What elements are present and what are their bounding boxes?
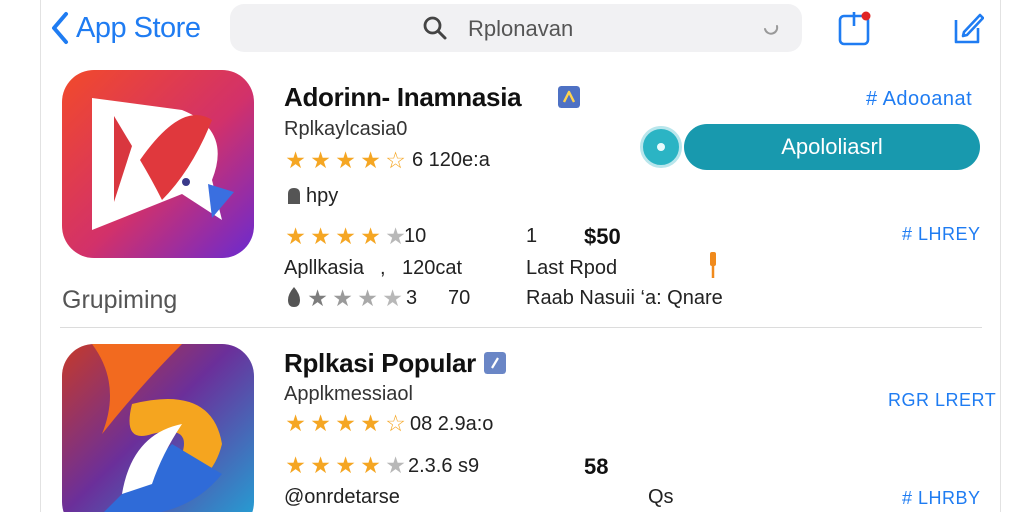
verified-badge-icon — [484, 352, 506, 374]
star-icon: ★ — [285, 410, 306, 436]
app-icon-rplkasi[interactable] — [62, 344, 254, 512]
review-count: 10 — [404, 225, 427, 247]
star-icon: ★ — [360, 223, 381, 249]
star-icon: ★ — [285, 223, 306, 249]
app-subtitle: Rplkaylcasia0 — [284, 118, 408, 140]
price: 58 — [584, 454, 609, 479]
separator: , — [380, 257, 386, 279]
row-divider — [60, 327, 982, 328]
last-updated: Last Rpod — [526, 257, 618, 279]
star-rating: ★ ★ ★ ★ ★ — [284, 224, 407, 248]
size-label: 120cat — [402, 257, 463, 279]
flame-icon — [288, 287, 300, 307]
search-icon — [423, 16, 447, 40]
star-icon: ★ — [310, 223, 331, 249]
app-title[interactable]: Adorinn‑ Inamnasia — [284, 82, 522, 113]
info-text: Raab Nasuii ‘a: Qnare — [526, 287, 723, 309]
app-subtitle: Applkmessiaol — [284, 383, 413, 405]
search-input[interactable]: Rplonavan — [468, 16, 573, 42]
star-empty-icon: ☆ — [385, 147, 406, 173]
back-label: App Store — [76, 11, 201, 44]
rating-count: 6 120e:a — [412, 149, 490, 171]
star-icon: ★ — [360, 410, 381, 436]
frame-right-border — [1000, 0, 1001, 512]
app-hint: hpy — [306, 185, 339, 207]
star-gray-icon: ★ — [382, 285, 403, 311]
more-link[interactable]: # LHRBY — [902, 488, 981, 509]
star-gray-icon: ★ — [332, 285, 353, 311]
verified-badge-icon — [558, 86, 580, 108]
star-rating: ★ ★ ★ ★ ☆ — [284, 148, 407, 172]
star-icon: ★ — [360, 452, 381, 478]
clear-search-icon[interactable] — [762, 20, 780, 38]
star-gray-icon: ★ — [357, 285, 378, 311]
hand-icon — [288, 188, 300, 204]
open-link[interactable]: RGR LRERT — [888, 390, 996, 411]
stat-number: 1 — [526, 225, 538, 247]
star-gray-icon: ★ — [307, 285, 328, 311]
star-icon: ★ — [335, 147, 356, 173]
rating-count: 08 2.9a:o — [410, 413, 494, 435]
more-link[interactable]: # LHREY — [902, 224, 981, 245]
chevron-left-icon — [52, 12, 68, 44]
star-icon: ★ — [335, 223, 356, 249]
star-icon: ★ — [360, 147, 381, 173]
stat-number: 70 — [448, 287, 471, 309]
star-icon: ★ — [335, 452, 356, 478]
compose-icon[interactable] — [948, 10, 984, 46]
star-icon: ★ — [285, 147, 306, 173]
star-icon: ★ — [310, 410, 331, 436]
star-icon: ★ — [310, 147, 331, 173]
star-rating: ★ ★ ★ ★ ★ — [284, 453, 407, 477]
developer-label: @onrdetarse — [284, 486, 400, 508]
category-label: Apllkasia — [284, 257, 365, 279]
review-count: 2.3.6 s9 — [408, 455, 480, 477]
star-gray-icon: ★ — [385, 452, 406, 478]
search-field[interactable]: Rplonavan — [230, 4, 802, 52]
star-icon: ★ — [285, 452, 306, 478]
star-icon: ★ — [310, 452, 331, 478]
review-count: 3 — [406, 287, 418, 309]
back-button[interactable]: App Store — [48, 10, 201, 46]
app-icon-adorinn[interactable] — [62, 70, 254, 258]
app-title[interactable]: Rplkasi Popular — [284, 348, 476, 379]
info-text: Qs — [648, 486, 674, 508]
frame-left-border — [40, 0, 41, 512]
pin-icon — [710, 252, 716, 278]
price: $50 — [584, 224, 621, 249]
star-icon: ★ — [335, 410, 356, 436]
star-empty-icon: ☆ — [385, 410, 406, 436]
star-rating: ★ ★ ★ ★ ☆ — [284, 411, 407, 435]
open-link[interactable]: # Adooanat — [866, 88, 972, 111]
get-button[interactable]: Apololiasrl — [684, 124, 980, 170]
progress-dot — [657, 143, 665, 151]
star-rating: ★ ★ ★ ★ — [306, 286, 404, 310]
section-label: Grupiming — [62, 286, 178, 314]
download-progress-button[interactable] — [640, 126, 682, 168]
share-icon[interactable] — [836, 10, 872, 46]
